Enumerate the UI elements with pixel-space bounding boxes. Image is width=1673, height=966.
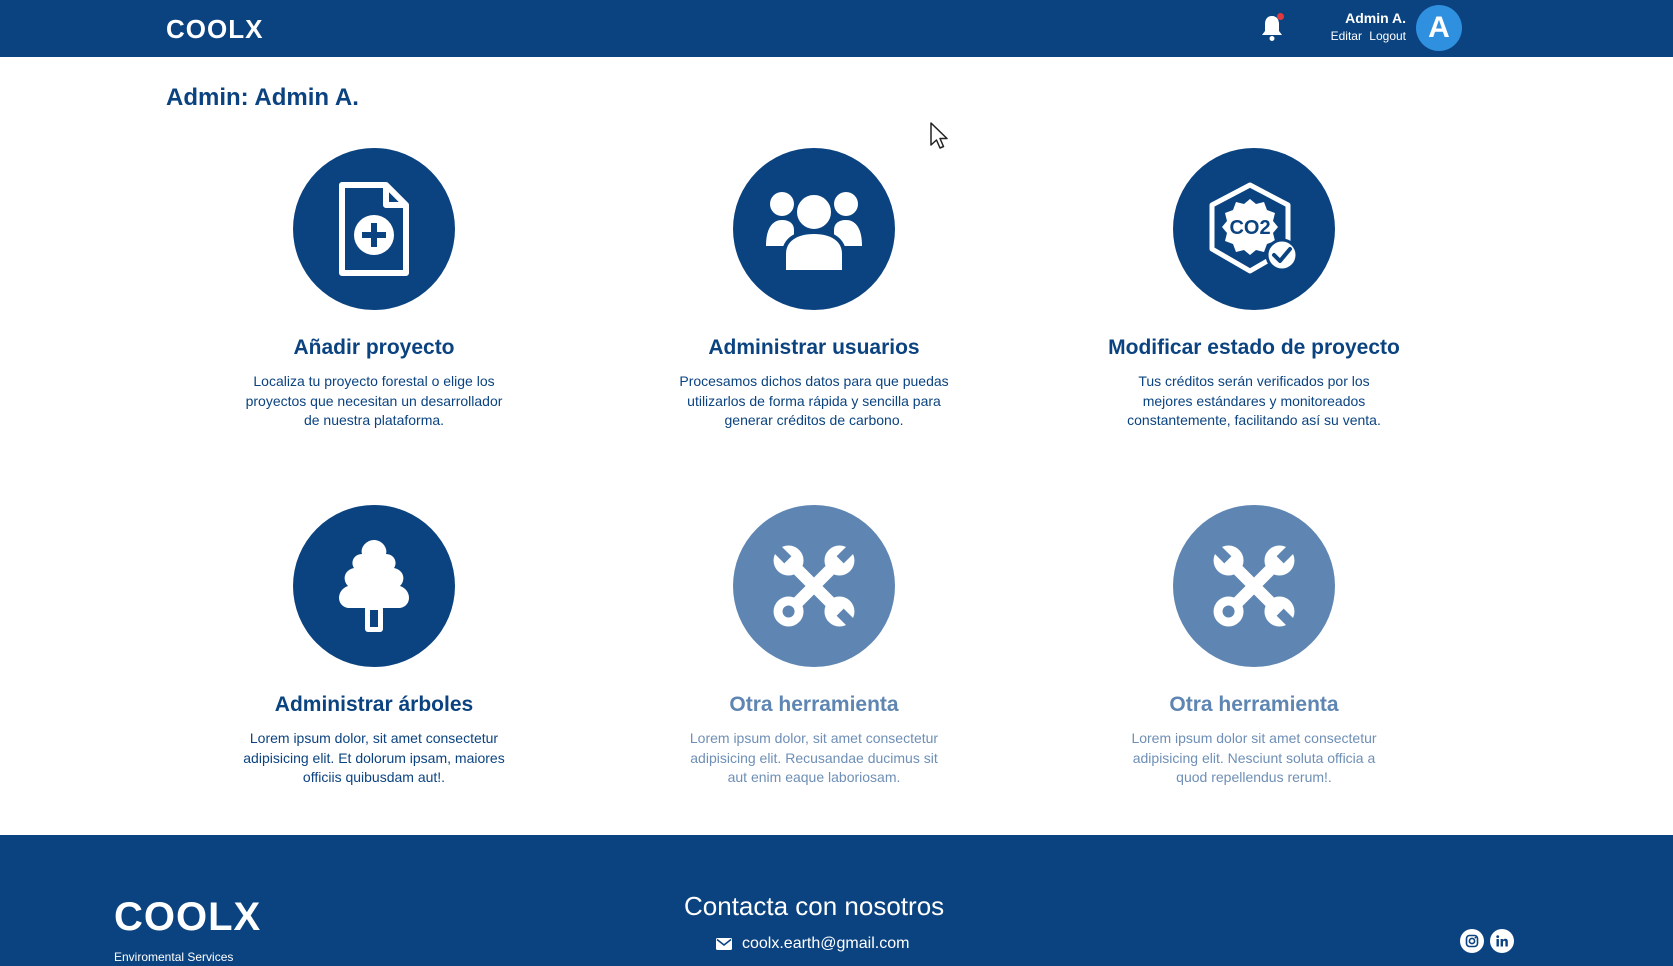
top-navbar: COOLX Admin A. Editar Logout A bbox=[0, 0, 1673, 57]
card-description: Lorem ipsum dolor, sit amet consectetur … bbox=[689, 730, 939, 785]
card-title: Añadir proyecto bbox=[293, 336, 455, 359]
tools-icon bbox=[773, 545, 855, 627]
co2-badge-icon: CO2 bbox=[1209, 182, 1299, 274]
card-description: Localiza tu proyecto forestal o elige lo… bbox=[245, 373, 503, 428]
contact-email[interactable]: coolx.earth@gmail.com bbox=[742, 935, 909, 953]
linkedin-icon[interactable] bbox=[1490, 929, 1514, 953]
instagram-glyph bbox=[1465, 934, 1479, 948]
card-title: Administrar usuarios bbox=[708, 336, 920, 359]
card-icon-circle[interactable] bbox=[733, 505, 895, 667]
instagram-icon[interactable] bbox=[1460, 929, 1484, 953]
card-title: Administrar árboles bbox=[274, 693, 474, 716]
card-add-project[interactable]: Añadir proyecto Localiza tu proyecto for… bbox=[224, 148, 524, 431]
card-manage-users[interactable]: Administrar usuarios Procesamos dichos d… bbox=[664, 148, 964, 431]
card-description: Lorem ipsum dolor sit amet consectetur a… bbox=[1131, 730, 1377, 785]
logout-link[interactable]: Logout bbox=[1369, 29, 1406, 43]
page-title: Admin: Admin A. bbox=[166, 84, 359, 111]
card-icon-circle[interactable] bbox=[293, 148, 455, 310]
file-add-icon bbox=[339, 182, 409, 276]
mail-icon bbox=[716, 938, 732, 950]
card-description: Tus créditos serán verificados por los m… bbox=[1127, 373, 1381, 428]
user-name: Admin A. bbox=[1345, 10, 1406, 26]
contact-heading: Contacta con nosotros bbox=[684, 891, 945, 921]
card-manage-trees[interactable]: Administrar árboles Lorem ipsum dolor, s… bbox=[224, 505, 524, 788]
contact-email-row[interactable]: coolx.earth@gmail.com bbox=[716, 935, 909, 953]
avatar[interactable]: A bbox=[1416, 5, 1462, 51]
card-description: Procesamos dichos datos para que puedas … bbox=[679, 373, 949, 428]
card-title: Otra herramienta bbox=[1169, 693, 1339, 716]
edit-profile-link[interactable]: Editar bbox=[1331, 29, 1362, 43]
footer: COOLX Enviromental Services Contacta con… bbox=[0, 835, 1673, 966]
user-menu: Admin A. Editar Logout bbox=[1310, 10, 1406, 43]
card-icon-circle[interactable] bbox=[1173, 505, 1335, 667]
svg-text:CO2: CO2 bbox=[1229, 217, 1270, 239]
card-icon-circle[interactable] bbox=[733, 148, 895, 310]
user-links: Editar Logout bbox=[1310, 29, 1406, 43]
card-title: Otra herramienta bbox=[729, 693, 899, 716]
brand-logo[interactable]: COOLX bbox=[166, 14, 263, 45]
card-icon-circle[interactable]: CO2 bbox=[1173, 148, 1335, 310]
card-modify-project-status[interactable]: CO2 Modificar estado de proyecto Tus cré… bbox=[1104, 148, 1404, 431]
mouse-cursor-icon bbox=[930, 122, 948, 149]
footer-logo[interactable]: COOLX bbox=[114, 895, 261, 940]
tools-icon bbox=[1213, 545, 1295, 627]
card-description: Lorem ipsum dolor, sit amet consectetur … bbox=[243, 730, 505, 785]
card-other-tool-1[interactable]: Otra herramienta Lorem ipsum dolor, sit … bbox=[664, 505, 964, 788]
footer-tagline: Enviromental Services bbox=[114, 950, 234, 964]
notification-dot bbox=[1277, 13, 1284, 20]
tree-icon bbox=[339, 540, 409, 632]
users-icon bbox=[766, 191, 862, 274]
card-other-tool-2[interactable]: Otra herramienta Lorem ipsum dolor sit a… bbox=[1104, 505, 1404, 788]
card-title: Modificar estado de proyecto bbox=[1108, 336, 1400, 359]
linkedin-glyph bbox=[1496, 935, 1508, 947]
card-icon-circle[interactable] bbox=[293, 505, 455, 667]
